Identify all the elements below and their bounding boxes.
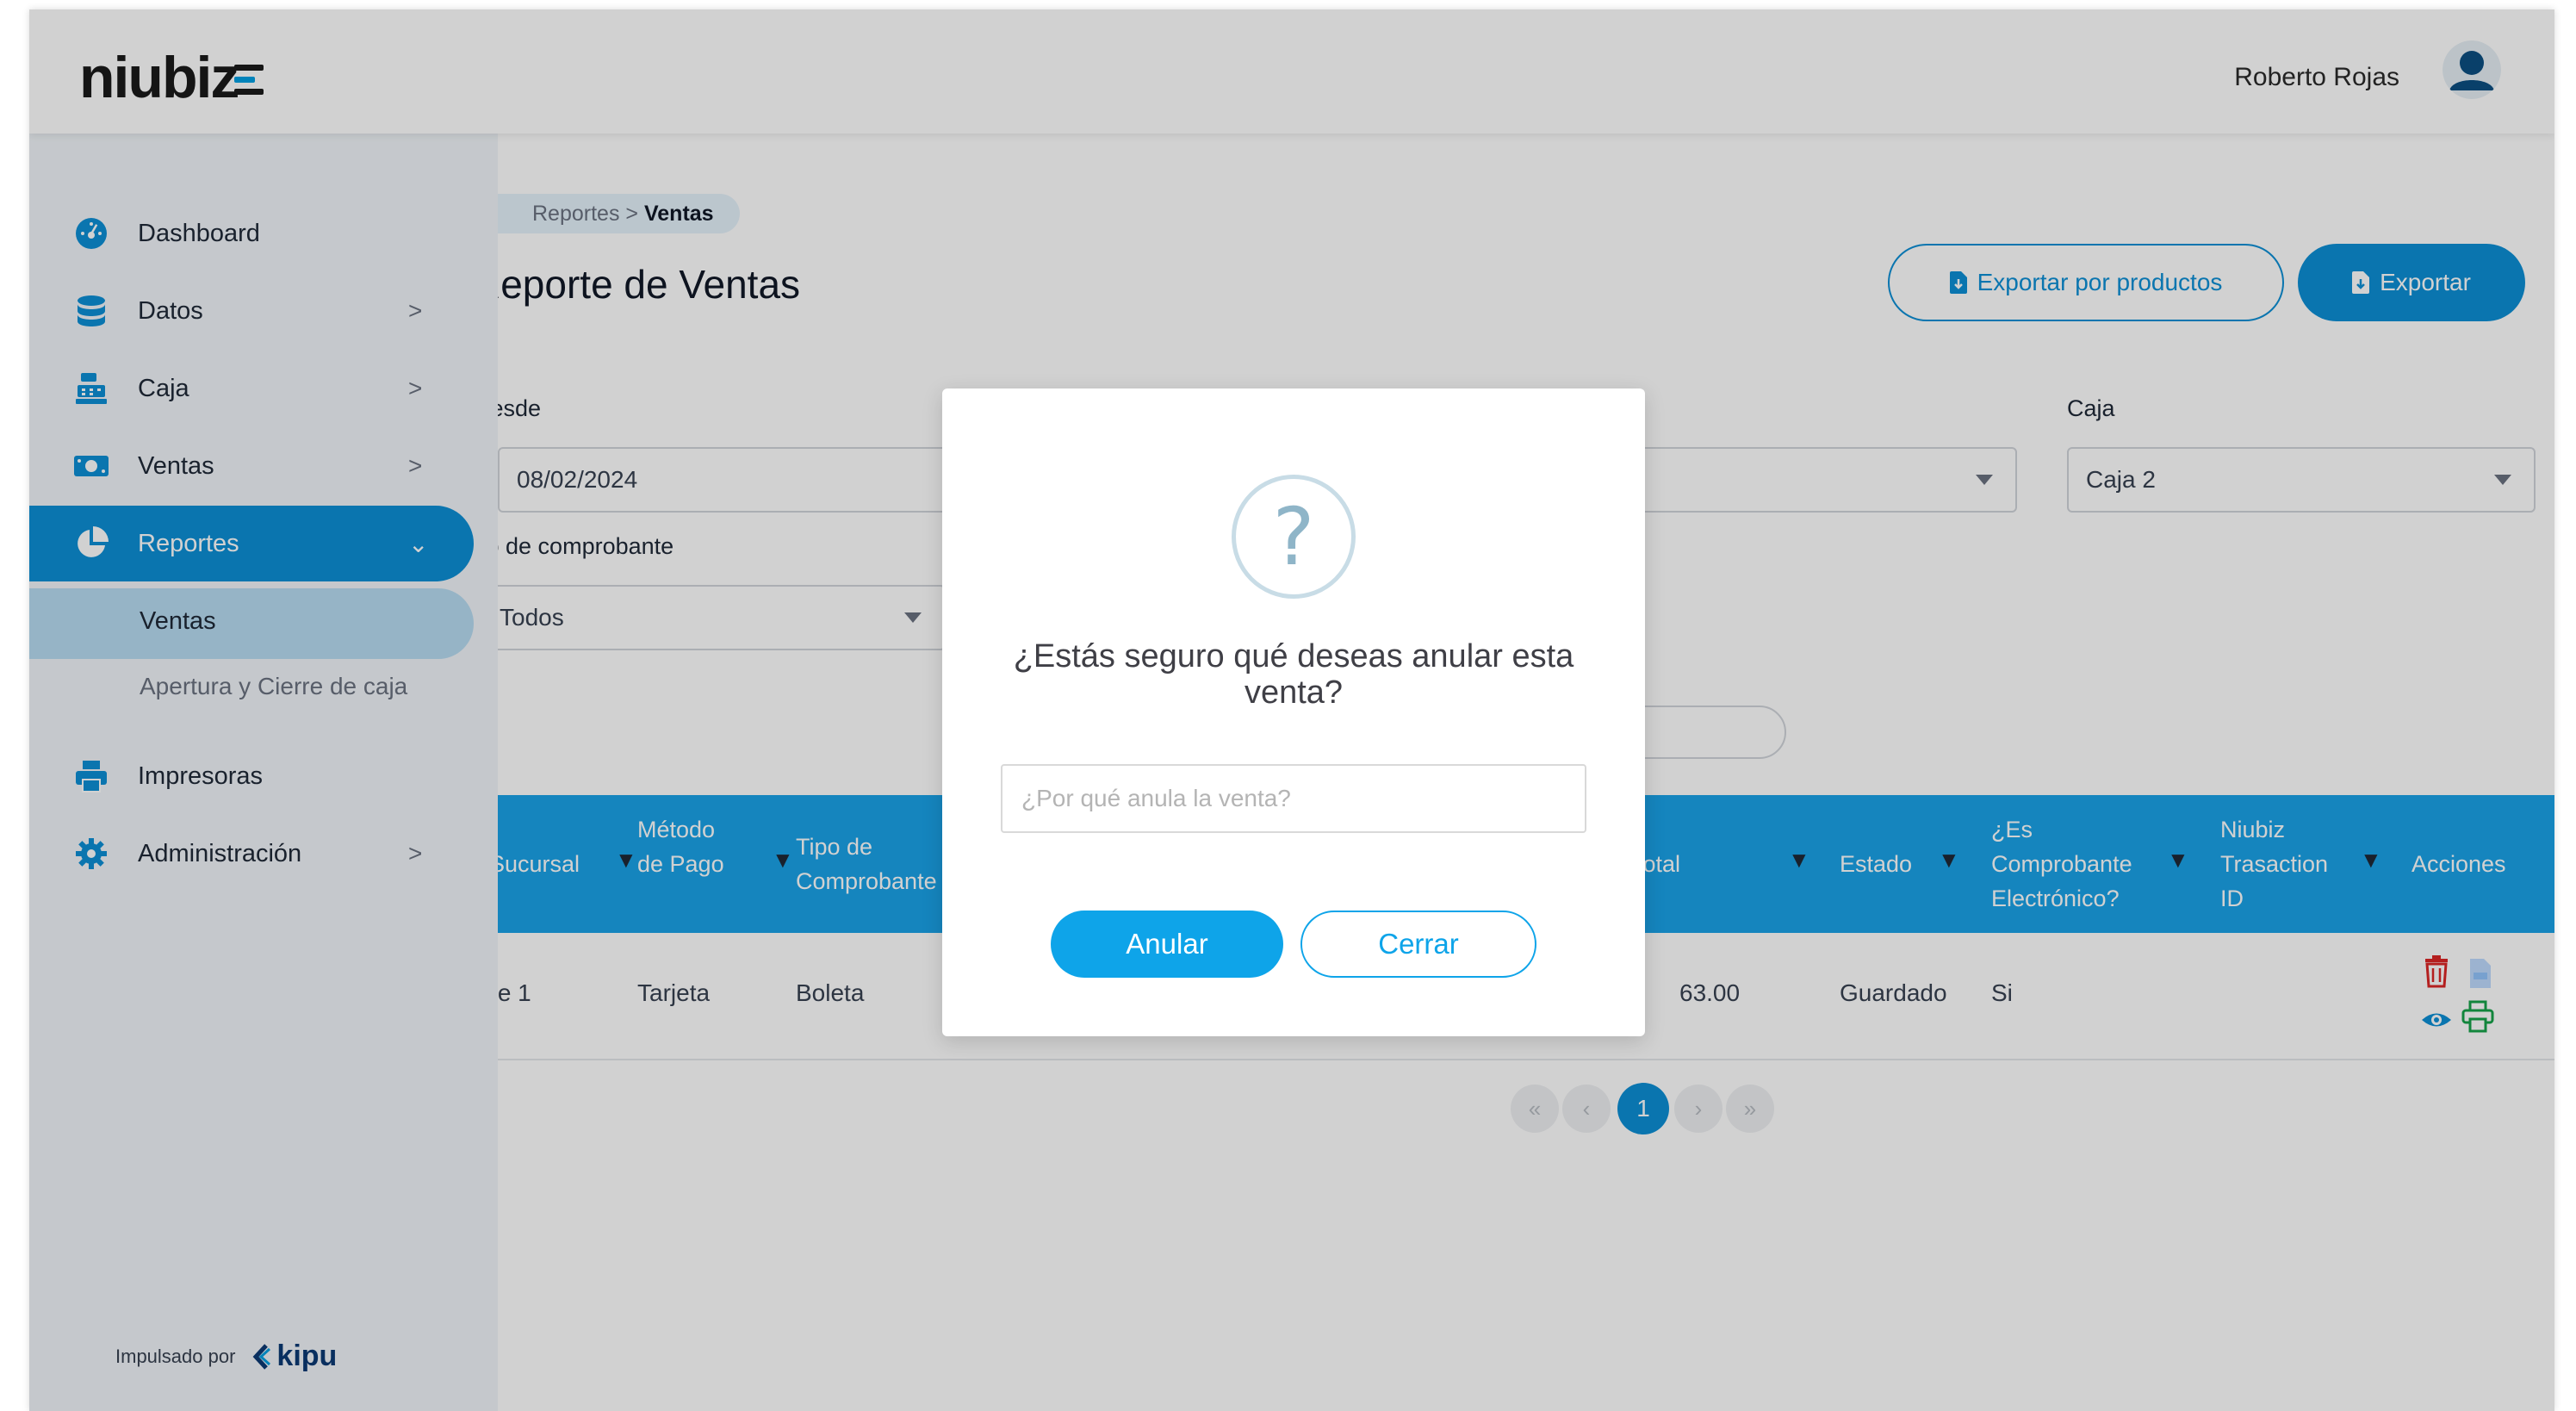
void-reason-input[interactable] [1001, 764, 1586, 833]
confirm-void-modal: ? ¿Estás seguro qué deseas anular esta v… [942, 388, 1645, 1036]
cerrar-button[interactable]: Cerrar [1300, 911, 1536, 978]
question-icon: ? [1232, 475, 1356, 599]
app-window: niubiz Roberto Rojas Dashboard Datos > C… [29, 9, 2554, 1411]
anular-button[interactable]: Anular [1051, 911, 1283, 978]
modal-message: ¿Estás seguro qué deseas anular esta ven… [1013, 638, 1574, 711]
question-mark-glyph: ? [1272, 490, 1315, 583]
